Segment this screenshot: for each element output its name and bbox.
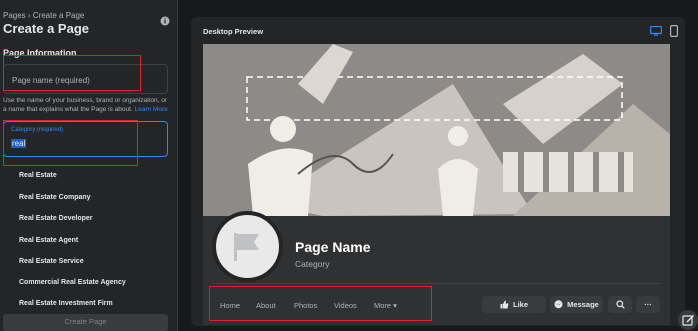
tab-about[interactable]: About [256,301,276,310]
category-option[interactable]: Real Estate Investment Firm [19,300,113,307]
category-option[interactable]: Real Estate Company [19,194,91,201]
create-page-screen: Pages › Create a Page Create a Page Page… [0,0,698,331]
breadcrumb[interactable]: Pages › Create a Page [3,11,84,20]
page-title: Create a Page [3,21,89,36]
flag-icon [234,233,259,261]
left-panel: Pages › Create a Page Create a Page Page… [0,0,178,331]
preview-category: Category [295,259,330,269]
preview-page-name: Page Name [295,239,371,255]
mobile-icon[interactable] [670,25,678,37]
category-option[interactable]: Commercial Real Estate Agency [19,279,126,286]
message-button[interactable]: Message [550,296,603,313]
page-name-placeholder: Page name (required) [12,76,90,85]
category-option[interactable]: Real Estate Service [19,258,84,265]
tab-videos[interactable]: Videos [334,301,357,310]
message-label: Message [567,300,599,309]
learn-more-link[interactable]: Learn More [135,106,168,113]
divider [212,283,662,284]
category-label: Category (required) [11,127,64,133]
desktop-icon[interactable] [650,26,662,36]
profile-picture[interactable] [212,211,283,282]
more-dots-icon: ··· [644,300,652,309]
thumbs-up-icon [500,300,509,309]
section-title: Page Information [3,48,77,58]
category-option[interactable]: Real Estate [19,172,57,179]
category-input[interactable]: Category (required) real [3,121,168,157]
category-option[interactable]: Real Estate Developer [19,215,93,222]
tab-photos[interactable]: Photos [294,301,317,310]
cover-photo [203,44,670,216]
tab-home[interactable]: Home [220,301,240,310]
search-button[interactable] [608,296,632,313]
info-icon[interactable] [160,16,170,26]
messenger-icon [554,300,563,309]
like-label: Like [512,300,528,309]
category-option[interactable]: Real Estate Agent [19,237,78,244]
page-preview: Page Name Category Home About Photos Vid… [203,44,670,325]
compose-button[interactable] [678,310,698,330]
category-value[interactable]: real [11,139,27,148]
create-page-button[interactable]: Create Page [3,314,168,331]
page-name-input[interactable]: Page name (required) [3,64,168,94]
search-icon [615,300,625,309]
tab-more[interactable]: More ▾ [374,301,397,310]
edit-icon [682,315,694,326]
like-button[interactable]: Like [482,296,546,313]
category-dropdown: Real Estate Real Estate Company Real Est… [3,161,173,315]
cover-illustration [203,44,670,216]
name-hint: Use the name of your business, brand or … [3,96,170,114]
preview-title: Desktop Preview [203,27,264,36]
more-options-button[interactable]: ··· [636,296,660,313]
